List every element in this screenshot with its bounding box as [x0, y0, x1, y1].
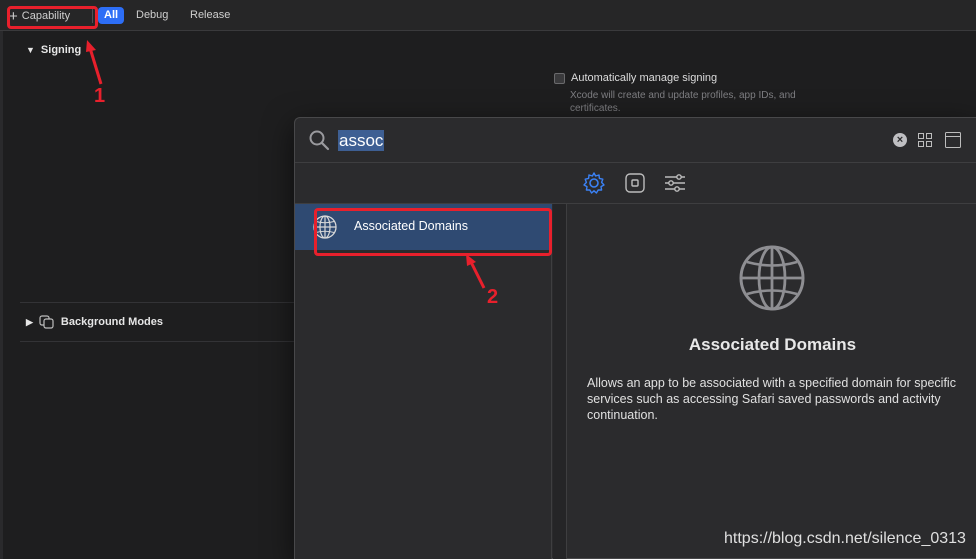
square-icon[interactable]	[625, 173, 645, 193]
library-search-input[interactable]: assoc	[338, 130, 385, 151]
auto-manage-signing-description: Xcode will create and update profiles, a…	[570, 90, 796, 114]
auto-manage-signing-checkbox[interactable]: Automatically manage signing	[554, 72, 717, 84]
signing-section-header[interactable]: ▼ Signing	[26, 44, 81, 56]
section-divider	[20, 341, 294, 342]
capability-library-panel: assoc × Associated Domains Associated Do…	[294, 117, 976, 559]
gear-icon[interactable]	[582, 171, 606, 195]
annotation-number-1: 1	[94, 85, 106, 107]
sliders-icon[interactable]	[664, 173, 686, 193]
panel-divider[interactable]	[553, 204, 567, 559]
background-modes-title: Background Modes	[60, 316, 163, 328]
auto-manage-signing-label: Automatically manage signing	[571, 72, 718, 84]
segment-release[interactable]: Release	[190, 7, 230, 24]
capability-results-list: Associated Domains	[295, 204, 552, 559]
editor-left-edge	[0, 31, 3, 559]
disclosure-expanded-icon[interactable]: ▼	[26, 45, 35, 55]
capability-detail-description: Allows an app to be associated with a sp…	[587, 376, 956, 422]
checkbox-icon[interactable]	[554, 72, 565, 84]
annotation-arrow-1	[86, 40, 103, 85]
grid-view-icon[interactable]	[918, 133, 932, 147]
globe-icon	[737, 243, 807, 313]
signing-title: Signing	[40, 44, 82, 56]
segment-debug[interactable]: Debug	[136, 7, 168, 24]
annotation-number-2: 2	[487, 286, 499, 308]
background-modes-icon	[39, 315, 55, 329]
capability-detail-title: Associated Domains	[688, 335, 857, 354]
disclosure-collapsed-icon[interactable]: ▶	[26, 317, 33, 328]
capabilities-toolbar: + Capability All Debug Release	[0, 0, 976, 31]
annotation-box-associated-domains	[314, 208, 552, 256]
annotation-box-capability	[7, 6, 98, 29]
clear-search-icon[interactable]: ×	[893, 133, 907, 147]
library-filter-bar	[295, 163, 976, 204]
background-modes-section-header[interactable]: ▶ Background Modes	[26, 315, 163, 329]
detail-view-icon[interactable]	[945, 132, 961, 148]
watermark-text: https://blog.csdn.net/silence_0313	[724, 530, 966, 547]
capability-detail-pane: Associated Domains Allows an app to be a…	[568, 204, 976, 559]
library-search-bar: assoc ×	[295, 118, 976, 163]
segment-all[interactable]: All	[98, 7, 125, 24]
section-divider	[20, 302, 294, 303]
search-icon	[308, 129, 330, 151]
